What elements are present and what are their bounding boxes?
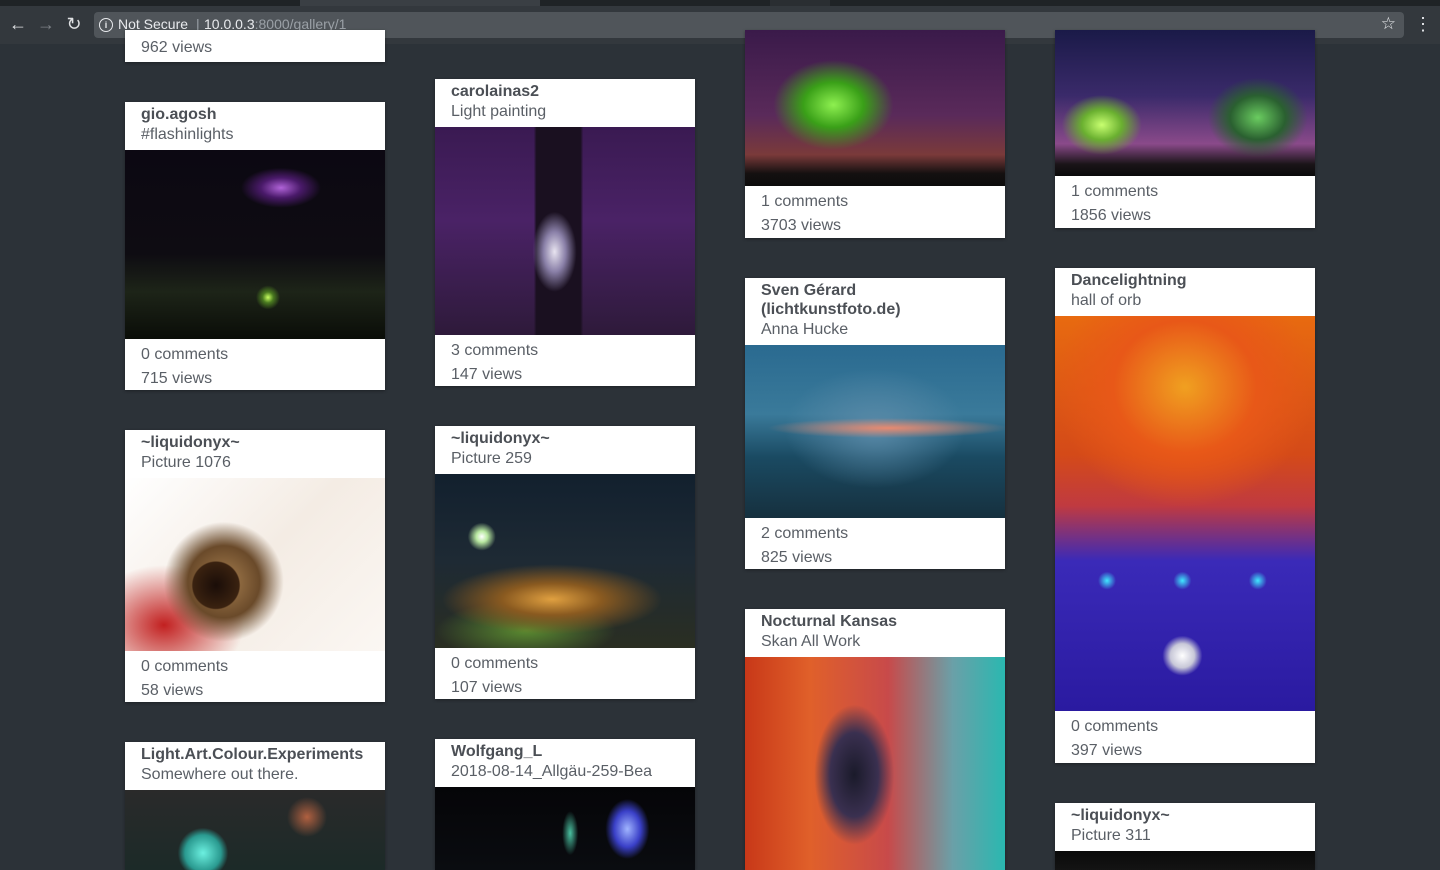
comments-count[interactable]: 2 comments bbox=[761, 522, 989, 546]
card-footer: 2 comments 825 views bbox=[745, 518, 1005, 569]
author-name[interactable]: ~liquidonyx~ bbox=[1071, 806, 1299, 825]
reload-icon[interactable]: ↻ bbox=[64, 14, 84, 34]
author-name[interactable]: Sven Gérard (lichtkunstfoto.de) bbox=[761, 281, 989, 319]
card-footer: 1 comments 3703 views bbox=[745, 186, 1005, 238]
gallery-card[interactable]: ~liquidonyx~ Picture 259 0 comments 107 … bbox=[435, 426, 695, 699]
comments-count[interactable]: 0 comments bbox=[141, 655, 369, 679]
tab-strip bbox=[0, 0, 1440, 6]
views-count: 147 views bbox=[451, 366, 523, 383]
photo-thumbnail[interactable] bbox=[1055, 316, 1315, 711]
gallery-card[interactable]: 1 comments 3703 views bbox=[745, 30, 1005, 238]
photo-thumbnail[interactable] bbox=[125, 790, 385, 870]
comments-count[interactable]: 1 comments bbox=[1071, 180, 1299, 204]
menu-dots-icon[interactable]: ⋮ bbox=[1414, 14, 1432, 34]
gallery-card[interactable]: ~liquidonyx~ Picture 1076 0 comments 58 … bbox=[125, 430, 385, 702]
photo-title: Picture 311 bbox=[1071, 827, 1151, 844]
photo-thumbnail[interactable] bbox=[745, 657, 1005, 870]
card-footer: 0 comments 107 views bbox=[435, 648, 695, 699]
author-name[interactable]: Nocturnal Kansas bbox=[761, 612, 989, 631]
card-header: Dancelightning hall of orb bbox=[1055, 268, 1315, 316]
photo-title: hall of orb bbox=[1071, 292, 1142, 309]
author-name[interactable]: Dancelightning bbox=[1071, 271, 1299, 290]
photo-thumbnail[interactable] bbox=[125, 150, 385, 339]
photo-thumbnail[interactable] bbox=[125, 478, 385, 651]
views-count: 58 views bbox=[141, 682, 204, 699]
card-header: ~liquidonyx~ Picture 1076 bbox=[125, 430, 385, 478]
views-count: 825 views bbox=[761, 549, 833, 566]
active-tab[interactable] bbox=[300, 0, 540, 6]
views-count: 397 views bbox=[1071, 742, 1143, 759]
comments-count[interactable]: 0 comments bbox=[1071, 715, 1299, 739]
card-header: gio.agosh #flashinlights bbox=[125, 102, 385, 150]
views-count: 962 views bbox=[141, 39, 213, 56]
info-icon[interactable]: i bbox=[99, 18, 113, 32]
photo-title: Anna Hucke bbox=[761, 321, 849, 338]
photo-thumbnail[interactable] bbox=[1055, 851, 1315, 870]
views-count: 3703 views bbox=[761, 217, 842, 234]
card-header: Light.Art.Colour.Experiments Somewhere o… bbox=[125, 742, 385, 790]
photo-title: #flashinlights bbox=[141, 126, 234, 143]
photo-thumbnail[interactable] bbox=[435, 787, 695, 870]
photo-title: Picture 1076 bbox=[141, 454, 231, 471]
card-footer: 3 comments 147 views bbox=[435, 335, 695, 386]
photo-thumbnail[interactable] bbox=[435, 474, 695, 648]
author-name[interactable]: gio.agosh bbox=[141, 105, 369, 124]
photo-thumbnail[interactable] bbox=[435, 127, 695, 335]
gallery-card[interactable]: Wolfgang_L 2018-08-14_Allgäu-259-Bea bbox=[435, 739, 695, 870]
card-header: ~liquidonyx~ Picture 311 bbox=[1055, 803, 1315, 851]
author-name[interactable]: ~liquidonyx~ bbox=[451, 429, 679, 448]
photo-title: Light painting bbox=[451, 103, 547, 120]
photo-thumbnail[interactable] bbox=[745, 30, 1005, 186]
gallery-card[interactable]: carolainas2 Light painting 3 comments 14… bbox=[435, 79, 695, 386]
gallery-card[interactable]: 962 views bbox=[125, 30, 385, 62]
author-name[interactable]: Light.Art.Colour.Experiments bbox=[141, 745, 369, 764]
card-header: Sven Gérard (lichtkunstfoto.de) Anna Huc… bbox=[745, 278, 1005, 345]
gallery-card[interactable]: 1 comments 1856 views bbox=[1055, 30, 1315, 228]
tab[interactable] bbox=[770, 0, 830, 6]
card-footer: 1 comments 1856 views bbox=[1055, 176, 1315, 228]
card-header: ~liquidonyx~ Picture 259 bbox=[435, 426, 695, 474]
author-name[interactable]: ~liquidonyx~ bbox=[141, 433, 369, 452]
views-count: 1856 views bbox=[1071, 207, 1152, 224]
photo-title: 2018-08-14_Allgäu-259-Bea bbox=[451, 763, 653, 780]
card-footer: 0 comments 58 views bbox=[125, 651, 385, 702]
bookmark-star-icon[interactable]: ☆ bbox=[1381, 14, 1396, 34]
photo-title: Picture 259 bbox=[451, 450, 532, 467]
card-footer: 962 views bbox=[125, 30, 385, 62]
comments-count[interactable]: 0 comments bbox=[141, 343, 369, 367]
gallery-card[interactable]: Sven Gérard (lichtkunstfoto.de) Anna Huc… bbox=[745, 278, 1005, 569]
back-arrow-icon[interactable]: ← bbox=[8, 14, 28, 34]
gallery-card[interactable]: ~liquidonyx~ Picture 311 bbox=[1055, 803, 1315, 870]
gallery-card[interactable]: gio.agosh #flashinlights 0 comments 715 … bbox=[125, 102, 385, 390]
photo-title: Somewhere out there. bbox=[141, 766, 299, 783]
views-count: 107 views bbox=[451, 679, 523, 696]
comments-count[interactable]: 3 comments bbox=[451, 339, 679, 363]
card-footer: 0 comments 715 views bbox=[125, 339, 385, 390]
gallery-card[interactable]: Light.Art.Colour.Experiments Somewhere o… bbox=[125, 742, 385, 870]
card-header: Nocturnal Kansas Skan All Work bbox=[745, 609, 1005, 657]
author-name[interactable]: carolainas2 bbox=[451, 82, 679, 101]
photo-title: Skan All Work bbox=[761, 633, 861, 650]
gallery-card[interactable]: Nocturnal Kansas Skan All Work bbox=[745, 609, 1005, 870]
card-header: carolainas2 Light painting bbox=[435, 79, 695, 127]
author-name[interactable]: Wolfgang_L bbox=[451, 742, 679, 761]
views-count: 715 views bbox=[141, 370, 213, 387]
forward-arrow-icon[interactable]: → bbox=[36, 14, 56, 34]
comments-count[interactable]: 1 comments bbox=[761, 190, 989, 214]
card-footer: 0 comments 397 views bbox=[1055, 711, 1315, 763]
comments-count[interactable]: 0 comments bbox=[451, 652, 679, 676]
gallery-card[interactable]: Dancelightning hall of orb 0 comments 39… bbox=[1055, 268, 1315, 763]
photo-thumbnail[interactable] bbox=[1055, 30, 1315, 176]
photo-thumbnail[interactable] bbox=[745, 345, 1005, 518]
card-header: Wolfgang_L 2018-08-14_Allgäu-259-Bea bbox=[435, 739, 695, 787]
